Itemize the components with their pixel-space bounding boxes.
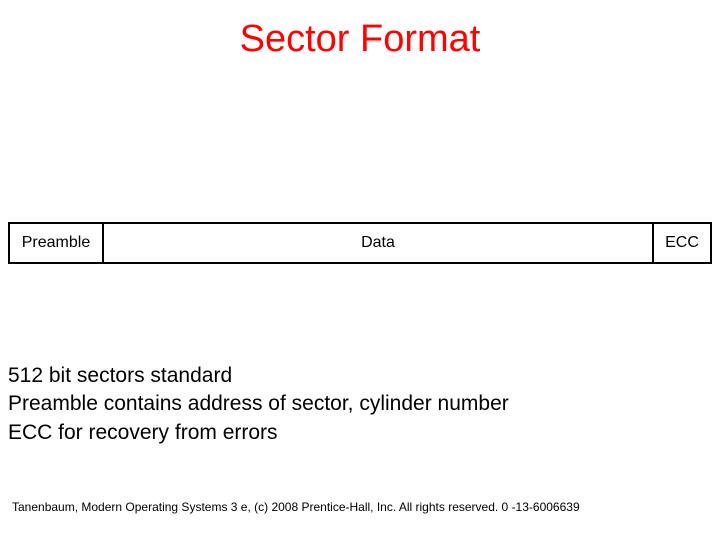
page-title: Sector Format [0, 18, 720, 61]
sector-diagram: Preamble Data ECC [8, 222, 712, 264]
bullet-line: 512 bit sectors standard [8, 362, 509, 390]
diagram-cell-preamble: Preamble [10, 224, 102, 262]
diagram-cell-ecc: ECC [652, 224, 710, 262]
bullet-block: 512 bit sectors standard Preamble contai… [8, 362, 509, 447]
bullet-line: Preamble contains address of sector, cyl… [8, 390, 509, 418]
footer-citation: Tanenbaum, Modern Operating Systems 3 e,… [12, 500, 580, 514]
bullet-line: ECC for recovery from errors [8, 419, 509, 447]
slide: Sector Format Preamble Data ECC 512 bit … [0, 0, 720, 540]
diagram-cell-data: Data [102, 224, 652, 262]
